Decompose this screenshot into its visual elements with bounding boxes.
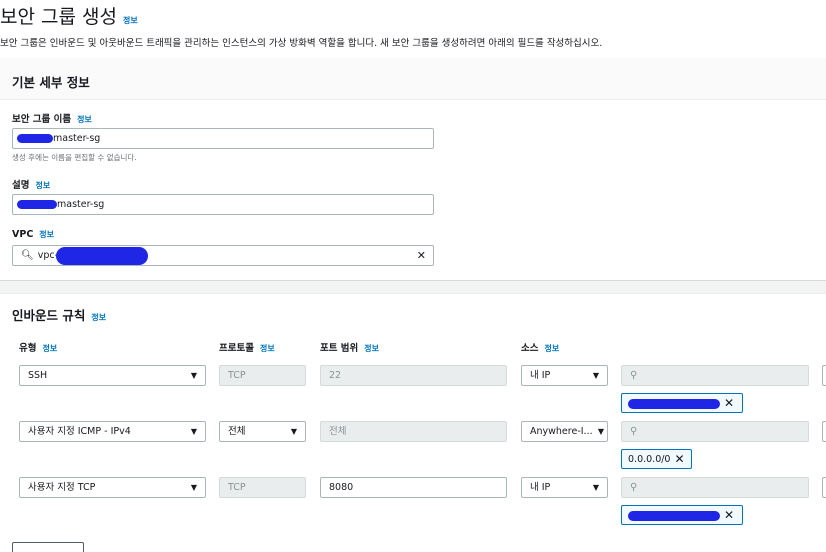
- col-type-info-link[interactable]: 정보: [42, 344, 57, 353]
- rule-port-field: 전체: [320, 421, 507, 442]
- col-protocol: 프로토콜 정보: [219, 340, 275, 354]
- vpc-label-text: VPC: [12, 229, 34, 240]
- caret-down-icon: ▼: [592, 371, 599, 380]
- basic-details-title: 기본 세부 정보: [12, 75, 90, 90]
- cidr-token: 0.0.0.0/0 ✕: [621, 449, 692, 469]
- rule-source-value: 내 IP: [530, 370, 551, 381]
- rule-protocol-select[interactable]: 전체 ▼: [219, 421, 306, 442]
- col-type-text: 유형: [19, 343, 37, 354]
- sg-name-label-text: 보안 그룹 이름: [12, 114, 72, 125]
- redaction-mark: [56, 246, 149, 265]
- rule-protocol-field: TCP: [219, 365, 306, 386]
- rule-type-value: 사용자 지정 TCP: [28, 482, 96, 493]
- sg-name-value: master-sg: [53, 133, 101, 144]
- rule-port-field: 22: [320, 365, 507, 386]
- sg-name-hint: 생성 후에는 이름을 편집할 수 없습니다.: [12, 153, 137, 162]
- inbound-rules-title: 인바운드 규칙 정보: [12, 305, 106, 324]
- col-source: 소스 정보: [521, 340, 559, 354]
- search-icon: ⚲: [630, 370, 638, 381]
- col-type: 유형 정보: [19, 340, 57, 354]
- page-description: 보안 그룹은 인바운드 및 아웃바운드 트래픽을 관리하는 인스턴스의 가상 방…: [0, 38, 603, 49]
- description-input[interactable]: master-sg: [12, 194, 434, 215]
- rule-type-select[interactable]: 사용자 지정 TCP ▼: [19, 477, 206, 498]
- rule-cidr-search[interactable]: ⚲: [621, 365, 809, 386]
- section-divider: [0, 280, 826, 294]
- search-icon: 🔍︎: [21, 250, 34, 261]
- caret-down-icon: ▼: [190, 483, 197, 492]
- rule-description-input[interactable]: [822, 421, 826, 442]
- rule-source-value: 내 IP: [530, 482, 551, 493]
- basic-details-header: [0, 58, 826, 100]
- cidr-token-value: 0.0.0.0/0: [628, 454, 671, 465]
- redaction-mark: [17, 134, 53, 143]
- close-icon[interactable]: ✕: [724, 396, 734, 410]
- redaction-mark: [628, 398, 720, 409]
- inbound-info-link[interactable]: 정보: [91, 313, 106, 322]
- close-icon[interactable]: ✕: [724, 508, 734, 522]
- rule-source-value: Anywhere-I...: [530, 426, 593, 437]
- caret-down-icon: ▼: [190, 371, 197, 380]
- rule-description-input[interactable]: [822, 477, 826, 498]
- page-title: 보안 그룹 생성 정보: [0, 2, 138, 29]
- sg-name-info-link[interactable]: 정보: [77, 115, 92, 124]
- rule-type-select[interactable]: SSH ▼: [19, 365, 206, 386]
- title-info-link[interactable]: 정보: [123, 16, 138, 25]
- search-icon: ⚲: [630, 482, 638, 493]
- cidr-token: ✕: [621, 393, 743, 413]
- vpc-select[interactable]: 🔍︎ vpc- ✕: [12, 245, 434, 266]
- add-rule-button[interactable]: [12, 542, 84, 552]
- col-source-info-link[interactable]: 정보: [544, 344, 559, 353]
- col-source-text: 소스: [521, 343, 539, 354]
- col-port-info-link[interactable]: 정보: [364, 344, 379, 353]
- description-info-link[interactable]: 정보: [35, 181, 50, 190]
- rule-protocol-field: TCP: [219, 477, 306, 498]
- rule-source-select[interactable]: 내 IP ▼: [521, 365, 608, 386]
- rule-source-select[interactable]: 내 IP ▼: [521, 477, 608, 498]
- rule-type-select[interactable]: 사용자 지정 ICMP - IPv4 ▼: [19, 421, 206, 442]
- col-port-text: 포트 범위: [320, 343, 359, 354]
- sg-name-label: 보안 그룹 이름 정보: [12, 111, 92, 125]
- vpc-info-link[interactable]: 정보: [39, 230, 54, 239]
- close-icon[interactable]: ✕: [674, 452, 684, 466]
- rule-port-input[interactable]: 8080: [320, 477, 507, 498]
- col-protocol-info-link[interactable]: 정보: [260, 344, 275, 353]
- description-value: master-sg: [57, 199, 105, 210]
- rule-cidr-search[interactable]: ⚲: [621, 477, 809, 498]
- description-label: 설명 정보: [12, 177, 50, 191]
- sg-name-input[interactable]: master-sg: [12, 128, 434, 149]
- rule-type-value: 사용자 지정 ICMP - IPv4: [28, 426, 131, 437]
- vpc-value: vpc-: [37, 250, 59, 261]
- redaction-mark: [17, 200, 57, 209]
- col-port: 포트 범위 정보: [320, 340, 379, 354]
- caret-down-icon: ▼: [190, 427, 197, 436]
- rule-source-select[interactable]: Anywhere-I... ▼: [521, 421, 608, 442]
- description-label-text: 설명: [12, 180, 30, 191]
- search-icon: ⚲: [630, 426, 638, 437]
- caret-down-icon: ▼: [597, 427, 604, 436]
- caret-down-icon: ▼: [290, 427, 297, 436]
- rule-description-input[interactable]: [822, 365, 826, 386]
- vpc-label: VPC 정보: [12, 229, 54, 240]
- inbound-rules-title-text: 인바운드 규칙: [12, 308, 86, 323]
- rule-type-value: SSH: [28, 370, 48, 381]
- clear-icon[interactable]: ✕: [417, 246, 426, 265]
- redaction-mark: [628, 510, 720, 521]
- rule-cidr-search[interactable]: ⚲: [621, 421, 809, 442]
- caret-down-icon: ▼: [592, 483, 599, 492]
- cidr-token: ✕: [621, 505, 743, 525]
- col-protocol-text: 프로토콜: [219, 343, 254, 354]
- rule-protocol-value: 전체: [228, 426, 246, 437]
- page-title-text: 보안 그룹 생성: [0, 6, 117, 28]
